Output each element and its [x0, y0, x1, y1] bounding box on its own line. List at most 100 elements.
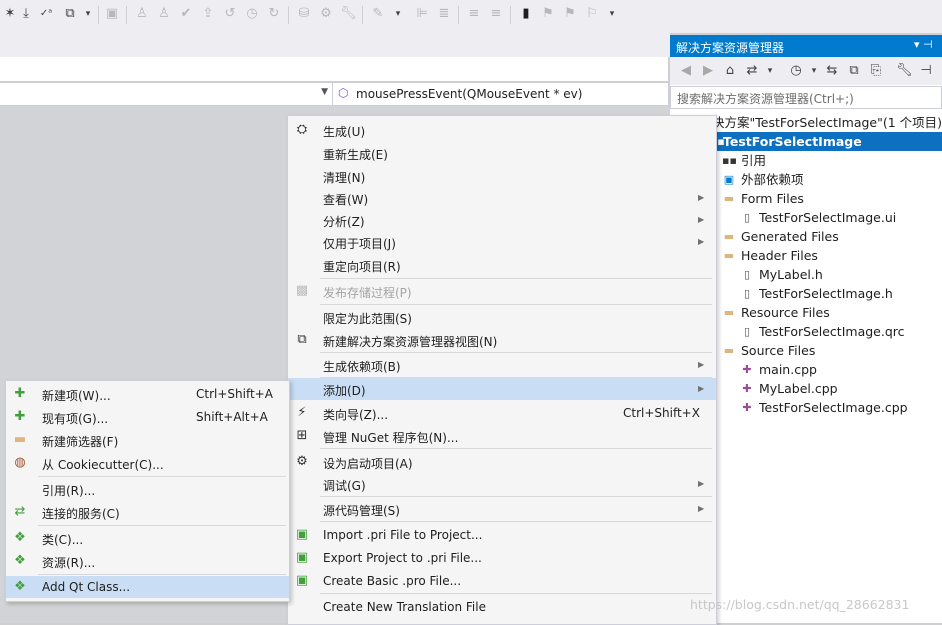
header-file-icon: ▯: [743, 268, 751, 281]
toolbar-dropdown-icon[interactable]: ▾: [604, 6, 620, 22]
submenu-item-resource[interactable]: ❖ 资源(R)...: [6, 550, 289, 572]
new-view-icon: ⧉: [297, 332, 307, 347]
code-icon[interactable]: ✎: [370, 6, 386, 22]
qt-pro-icon: ▣: [295, 573, 309, 588]
toolbar-dropdown-icon[interactable]: ▾: [80, 6, 96, 22]
history-icon[interactable]: ◷: [244, 6, 260, 22]
toolbar-separator: [98, 6, 99, 24]
menu-separator: [320, 278, 712, 279]
next-bookmark-icon[interactable]: ⚑: [562, 6, 578, 22]
menu-item-add[interactable]: 添加(D) ▶: [288, 378, 716, 400]
submenu-item-shortcut: Ctrl+Shift+A: [196, 387, 273, 401]
nuget-icon: ⊞: [296, 428, 308, 443]
database-icon[interactable]: ⛁: [296, 6, 312, 22]
menu-item-export-pri[interactable]: ▣ Export Project to .pri File...: [288, 547, 716, 569]
menu-item-label: 源代码管理(S): [323, 504, 400, 518]
build-icon[interactable]: ♙: [134, 6, 150, 22]
menu-separator: [320, 304, 712, 305]
member-dropdown-value[interactable]: mousePressEvent(QMouseEvent * ev): [356, 87, 582, 101]
new-item-icon[interactable]: ✶: [2, 6, 18, 22]
menu-item-rebuild[interactable]: 重新生成(E): [288, 142, 716, 164]
clean-icon[interactable]: ♙: [156, 6, 172, 22]
main-toolbar: ✶ ⤓ ✓ᵃ ⧉ ▾ ▣ ♙ ♙ ✔ ⇪ ↺ ◷ ↻ ⛁ ⚙ 🔧︎ ✎ ▾ ⊫ …: [0, 0, 942, 33]
back-icon[interactable]: ◀: [678, 63, 694, 79]
scope-dropdown[interactable]: ▼: [0, 83, 333, 105]
menu-item-create-pro[interactable]: ▣ Create Basic .pro File...: [288, 570, 716, 592]
menu-item-label: 分析(Z): [323, 215, 365, 229]
home-icon[interactable]: ⌂: [722, 63, 738, 79]
menu-item-class-wizard[interactable]: ⚡ 类向导(Z)... Ctrl+Shift+X: [288, 402, 716, 424]
solution-explorer-toolbar: ◀ ▶ ⌂ ⇄ ▾ ◷ ▾ ⇆ ⧉ ⎘ 🔧︎ ⊣: [670, 57, 942, 85]
collapse-all-icon[interactable]: ⧉: [846, 63, 862, 79]
settings-icon[interactable]: ⚙: [318, 6, 334, 22]
menu-item-clean[interactable]: 清理(N): [288, 165, 716, 187]
prev-bookmark-icon[interactable]: ⚑: [540, 6, 556, 22]
toolbar-dropdown-icon[interactable]: ▾: [390, 6, 406, 22]
menu-item-label: 新建解决方案资源管理器视图(N): [323, 335, 498, 349]
sync-icon[interactable]: ⇆: [824, 63, 840, 79]
folder-icon: ▬: [723, 344, 735, 357]
menu-item-project-only[interactable]: 仅用于项目(J) ▶: [288, 231, 716, 253]
spell-check-icon[interactable]: ✓ᵃ: [38, 6, 54, 22]
check-icon[interactable]: ✔: [178, 6, 194, 22]
submenu-item-label: 现有项(G)...: [42, 412, 109, 426]
tree-item-label: MyLabel.cpp: [759, 381, 838, 396]
folder-icon: ▬: [723, 249, 735, 262]
chevron-down-icon[interactable]: ▾: [762, 63, 778, 79]
compare-icon[interactable]: ▣: [104, 6, 120, 22]
pin-icon[interactable]: ⊣: [918, 63, 934, 79]
menu-item-import-pri[interactable]: ▣ Import .pri File to Project...: [288, 524, 716, 546]
menu-item-source-control[interactable]: 源代码管理(S) ▶: [288, 498, 716, 520]
menu-item-scope[interactable]: 限定为此范围(S): [288, 306, 716, 328]
tree-item-label: main.cpp: [759, 362, 817, 377]
format-icon[interactable]: ≣: [436, 6, 452, 22]
navigate-icon[interactable]: ⧉: [62, 6, 78, 22]
menu-item-debug[interactable]: 调试(G) ▶: [288, 473, 716, 495]
submenu-item-existing-item[interactable]: ✚ 现有项(G)... Shift+Alt+A: [6, 406, 289, 428]
dropdown-pin-icon[interactable]: ▾ ⊣: [914, 38, 933, 51]
build-icon: ⛭: [296, 122, 308, 137]
menu-item-label: Create New Translation File: [323, 600, 486, 614]
menu-item-label: 清理(N): [323, 171, 366, 185]
refresh-icon[interactable]: ↻: [266, 6, 282, 22]
align-icon[interactable]: ⊫: [414, 6, 430, 22]
menu-item-analyze[interactable]: 分析(Z) ▶: [288, 209, 716, 231]
submenu-item-cookiecutter[interactable]: ◍ 从 Cookiecutter(C)...: [6, 452, 289, 474]
undo-icon[interactable]: ↺: [222, 6, 238, 22]
publish-icon[interactable]: ⇪: [200, 6, 216, 22]
switch-views-icon[interactable]: ⇄: [744, 63, 760, 79]
submenu-item-new-item[interactable]: ✚ 新建项(W)... Ctrl+Shift+A: [6, 383, 289, 405]
chevron-down-icon[interactable]: ▼: [321, 87, 328, 97]
clear-bookmark-icon[interactable]: ⚐: [584, 6, 600, 22]
submenu-item-class[interactable]: ❖ 类(C)...: [6, 527, 289, 549]
menu-item-build[interactable]: ⛭ 生成(U): [288, 119, 716, 141]
pending-changes-icon[interactable]: ◷: [788, 63, 804, 79]
comment-icon[interactable]: ≡: [466, 6, 482, 22]
submenu-arrow-icon: ▶: [698, 479, 705, 488]
forward-icon[interactable]: ▶: [700, 63, 716, 79]
uncomment-icon[interactable]: ≡: [488, 6, 504, 22]
menu-item-build-dependencies[interactable]: 生成依赖项(B) ▶: [288, 354, 716, 376]
bookmark-icon[interactable]: ▮: [518, 6, 534, 22]
menu-item-label: 添加(D): [323, 384, 366, 398]
submenu-item-connected-service[interactable]: ⇄ 连接的服务(C): [6, 501, 289, 523]
add-item-icon[interactable]: ⤓: [18, 6, 34, 22]
search-input[interactable]: 搜索解决方案资源管理器(Ctrl+;): [670, 86, 942, 109]
submenu-item-add-qt-class[interactable]: ❖ Add Qt Class...: [6, 576, 289, 598]
menu-item-nuget[interactable]: ⊞ 管理 NuGet 程序包(N)...: [288, 425, 716, 447]
submenu-arrow-icon: ▶: [698, 215, 705, 224]
tree-item-label: Generated Files: [741, 229, 839, 244]
menu-item-new-view[interactable]: ⧉ 新建解决方案资源管理器视图(N): [288, 329, 716, 351]
menu-item-view[interactable]: 查看(W) ▶: [288, 187, 716, 209]
wrench-icon[interactable]: 🔧︎: [340, 6, 357, 22]
menu-item-create-translation[interactable]: Create New Translation File: [288, 596, 716, 618]
submenu-item-reference[interactable]: 引用(R)...: [6, 478, 289, 500]
menu-item-retarget[interactable]: 重定向项目(R): [288, 254, 716, 276]
chevron-down-icon[interactable]: ▾: [806, 63, 822, 79]
submenu-item-new-filter[interactable]: ▬ 新建筛选器(F): [6, 429, 289, 451]
menu-separator: [320, 448, 712, 449]
qt-import-icon: ▣: [295, 527, 309, 542]
wrench-icon[interactable]: 🔧︎: [896, 63, 913, 79]
show-all-files-icon[interactable]: ⎘: [868, 63, 884, 79]
menu-item-set-startup[interactable]: ⚙ 设为启动项目(A): [288, 451, 716, 473]
